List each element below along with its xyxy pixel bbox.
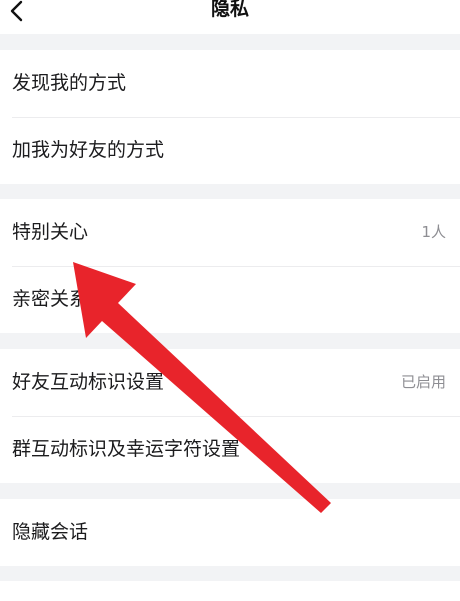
settings-group-interaction: 好友互动标识设置 已启用 群互动标识及幸运字符设置 xyxy=(0,349,460,483)
row-discover-me[interactable]: 发现我的方式 xyxy=(0,50,460,117)
row-label: 加我为好友的方式 xyxy=(12,139,165,161)
row-label: 群互动标识及幸运字符设置 xyxy=(12,438,241,460)
settings-group-hidden: 隐藏会话 xyxy=(0,499,460,566)
nav-bar: 隐私 xyxy=(0,0,460,34)
settings-group-discovery: 发现我的方式 加我为好友的方式 xyxy=(0,50,460,184)
row-friend-interaction-mark[interactable]: 好友互动标识设置 已启用 xyxy=(0,349,460,416)
row-label: 特别关心 xyxy=(12,221,89,243)
row-value: 已启用 xyxy=(400,373,446,391)
settings-group-partial xyxy=(0,581,460,601)
row-add-me-as-friend[interactable]: 加我为好友的方式 xyxy=(0,117,460,184)
row-label: 好友互动标识设置 xyxy=(12,371,165,393)
row-group-interaction-mark[interactable]: 群互动标识及幸运字符设置 xyxy=(0,416,460,483)
row-label: 亲密关系 xyxy=(12,288,89,310)
page-title: 隐私 xyxy=(210,0,249,20)
row-label: 发现我的方式 xyxy=(12,72,127,94)
row-label: 隐藏会话 xyxy=(12,521,89,543)
settings-group-relations: 特别关心 1人 亲密关系 xyxy=(0,199,460,333)
row-hidden-chats[interactable]: 隐藏会话 xyxy=(0,499,460,566)
row-value: 1人 xyxy=(421,223,446,241)
row-intimate-relation[interactable]: 亲密关系 xyxy=(0,266,460,333)
row-special-care[interactable]: 特别关心 1人 xyxy=(0,199,460,266)
